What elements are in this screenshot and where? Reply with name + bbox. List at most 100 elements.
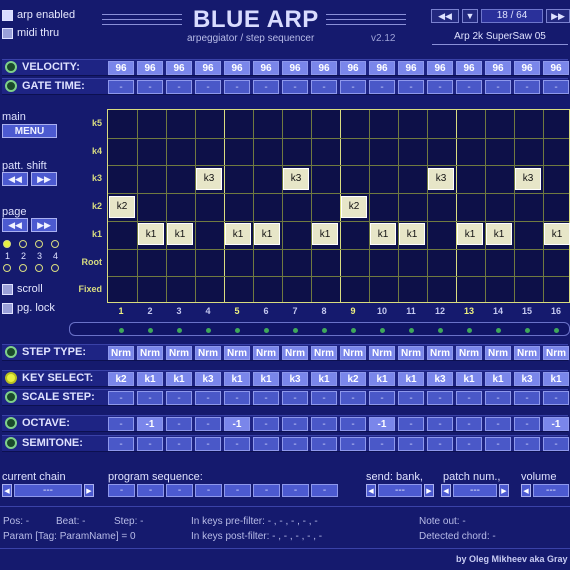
midi-thru-checkbox[interactable]: midi thru <box>2 27 59 39</box>
gate-time-cell[interactable]: - <box>253 80 279 94</box>
sequence-slot[interactable]: - <box>108 484 135 497</box>
key-select-cell[interactable]: k1 <box>543 372 569 386</box>
page-2-radio[interactable] <box>19 240 27 248</box>
velocity-cell[interactable]: 96 <box>369 61 395 75</box>
octave-cell[interactable]: - <box>427 417 453 431</box>
patch-control[interactable]: ◀ --- ▶ <box>441 484 509 497</box>
semitone-cell[interactable]: - <box>369 437 395 451</box>
key-select-cell[interactable]: k3 <box>427 372 453 386</box>
step-type-cell[interactable]: Nrm <box>108 346 134 360</box>
gate-time-cell[interactable]: - <box>369 80 395 94</box>
step-type-cell[interactable]: Nrm <box>340 346 366 360</box>
scroll-checkbox[interactable]: scroll <box>2 283 43 295</box>
velocity-cell[interactable]: 96 <box>195 61 221 75</box>
octave-cell[interactable]: -1 <box>543 417 569 431</box>
velocity-cell[interactable]: 96 <box>108 61 134 75</box>
left-arrow-icon[interactable]: ◀ <box>521 484 531 497</box>
pg-lock-box[interactable] <box>2 302 13 314</box>
velocity-cell[interactable]: 96 <box>137 61 163 75</box>
key-select-cell[interactable]: k3 <box>514 372 540 386</box>
octave-cell[interactable]: - <box>485 417 511 431</box>
gate-time-cell[interactable]: - <box>195 80 221 94</box>
step-grid[interactable]: k2 k1 k1 k3 k1 k1 k3 k1 k2 k1 k1 k3 k1 k1 k3 k1 <box>107 109 570 303</box>
scale-step-cell[interactable]: - <box>369 391 395 405</box>
scale-step-led-icon[interactable] <box>5 391 17 403</box>
velocity-row-label[interactable]: VELOCITY: <box>5 61 80 73</box>
scale-step-cell[interactable]: - <box>456 391 482 405</box>
grid-note[interactable]: k1 <box>225 223 251 246</box>
gate-time-cell[interactable]: - <box>456 80 482 94</box>
step-type-cell[interactable]: Nrm <box>427 346 453 360</box>
gate-time-cell[interactable]: - <box>514 80 540 94</box>
page-1-radio[interactable] <box>3 240 11 248</box>
semitone-cell[interactable]: - <box>340 437 366 451</box>
semitone-cell[interactable]: - <box>195 437 221 451</box>
volume-control[interactable]: ◀ --- <box>521 484 569 497</box>
grid-note[interactable]: k2 <box>109 195 135 218</box>
left-arrow-icon[interactable]: ◀ <box>2 484 12 497</box>
page-8-radio[interactable] <box>51 264 59 272</box>
octave-cell[interactable]: -1 <box>137 417 163 431</box>
scale-step-cell[interactable]: - <box>282 391 308 405</box>
step-type-cell[interactable]: Nrm <box>398 346 424 360</box>
bank-control[interactable]: ◀ --- ▶ <box>366 484 434 497</box>
arp-enabled-box[interactable] <box>2 9 13 21</box>
octave-cell[interactable]: -1 <box>224 417 250 431</box>
scale-step-cell[interactable]: - <box>137 391 163 405</box>
step-type-led-icon[interactable] <box>5 346 17 358</box>
midi-thru-box[interactable] <box>2 27 13 39</box>
grid-note[interactable]: k3 <box>515 167 541 190</box>
grid-note[interactable]: k3 <box>196 167 222 190</box>
sequence-slot[interactable]: - <box>253 484 280 497</box>
step-type-cell[interactable]: Nrm <box>195 346 221 360</box>
step-type-cell[interactable]: Nrm <box>514 346 540 360</box>
grid-note[interactable]: k1 <box>399 223 425 246</box>
octave-row-label[interactable]: OCTAVE: <box>5 417 70 429</box>
step-type-cell[interactable]: Nrm <box>456 346 482 360</box>
octave-cell[interactable]: - <box>514 417 540 431</box>
scale-step-row-label[interactable]: SCALE STEP: <box>5 391 95 403</box>
gate-time-cell[interactable]: - <box>224 80 250 94</box>
scale-step-cell[interactable]: - <box>514 391 540 405</box>
sequence-slot[interactable]: - <box>282 484 309 497</box>
preset-prev-button[interactable]: ◀◀ <box>431 9 459 23</box>
octave-cell[interactable]: - <box>340 417 366 431</box>
octave-cell[interactable]: - <box>456 417 482 431</box>
octave-cell[interactable]: -1 <box>369 417 395 431</box>
semitone-cell[interactable]: - <box>224 437 250 451</box>
velocity-cell[interactable]: 96 <box>340 61 366 75</box>
grid-note[interactable]: k1 <box>167 223 193 246</box>
scale-step-cell[interactable]: - <box>427 391 453 405</box>
key-select-cell[interactable]: k1 <box>137 372 163 386</box>
semitone-cell[interactable]: - <box>282 437 308 451</box>
step-type-cell[interactable]: Nrm <box>369 346 395 360</box>
right-arrow-icon[interactable]: ▶ <box>424 484 434 497</box>
semitone-cell[interactable]: - <box>485 437 511 451</box>
preset-next-button[interactable]: ▶▶ <box>546 9 570 23</box>
step-type-cell[interactable]: Nrm <box>224 346 250 360</box>
key-select-row-label[interactable]: KEY SELECT: <box>5 372 93 384</box>
sequence-slot[interactable]: - <box>224 484 251 497</box>
velocity-cell[interactable]: 96 <box>166 61 192 75</box>
velocity-cell[interactable]: 96 <box>543 61 569 75</box>
step-type-cell[interactable]: Nrm <box>311 346 337 360</box>
octave-cell[interactable]: - <box>253 417 279 431</box>
scale-step-cell[interactable]: - <box>543 391 569 405</box>
patt-shift-back-button[interactable]: ◀◀ <box>2 172 28 186</box>
octave-cell[interactable]: - <box>108 417 134 431</box>
octave-cell[interactable]: - <box>166 417 192 431</box>
step-type-cell[interactable]: Nrm <box>166 346 192 360</box>
velocity-cell[interactable]: 96 <box>485 61 511 75</box>
velocity-cell[interactable]: 96 <box>456 61 482 75</box>
step-type-cell[interactable]: Nrm <box>253 346 279 360</box>
velocity-cell[interactable]: 96 <box>282 61 308 75</box>
page-7-radio[interactable] <box>35 264 43 272</box>
semitone-cell[interactable]: - <box>253 437 279 451</box>
key-select-cell[interactable]: k2 <box>108 372 134 386</box>
semitone-led-icon[interactable] <box>5 437 17 449</box>
page-4-radio[interactable] <box>51 240 59 248</box>
grid-note[interactable]: k1 <box>312 223 338 246</box>
semitone-cell[interactable]: - <box>398 437 424 451</box>
semitone-cell[interactable]: - <box>311 437 337 451</box>
scale-step-cell[interactable]: - <box>195 391 221 405</box>
